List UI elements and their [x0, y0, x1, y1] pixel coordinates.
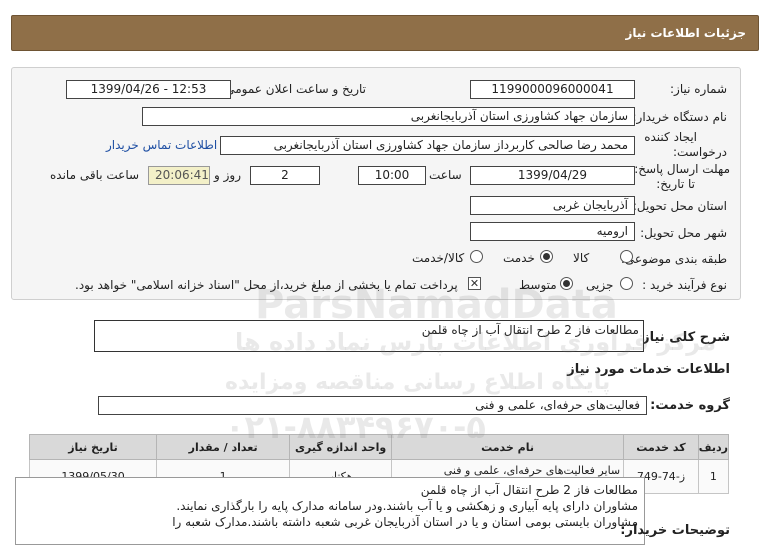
province-label: استان محل تحویل: — [632, 199, 727, 213]
need-number-label: شماره نیاز: — [670, 82, 727, 96]
deadline-date-field: 1399/04/29 — [470, 166, 635, 185]
category-option-goods-service: کالا/خدمت — [412, 251, 465, 265]
col-header-service-code: کد خدمت — [623, 434, 699, 460]
service-group-label: گروه خدمت: — [650, 398, 730, 413]
deadline-time-label: ساعت — [429, 168, 462, 182]
deadline-label-2: تا تاریخ: — [656, 177, 695, 191]
col-header-row-number: ردیف — [697, 434, 730, 460]
summary-field: مطالعات فاز 2 طرح انتقال آب از چاه قلمن — [94, 320, 644, 352]
requester-label: ایجاد کننده — [644, 130, 697, 144]
summary-label: شرح کلی نیاز: — [636, 330, 730, 345]
cell-row-number: 1 — [697, 459, 730, 494]
remaining-time-field: 20:06:41 — [148, 166, 210, 185]
buyer-description-box: مطالعات فاز 2 طرح انتقال آب از چاه قلمن … — [15, 477, 645, 545]
process-radio-medium[interactable] — [560, 277, 573, 290]
description-line: مشاوران دارای پایه آبیاری و زهکشی و یا آ… — [176, 499, 638, 513]
announce-date-label: تاریخ و ساعت اعلان عمومی: — [221, 82, 366, 96]
city-field: ارومیه — [470, 222, 635, 241]
col-header-quantity: تعداد / مقدار — [156, 434, 291, 460]
buyer-description-label: توضیحات خریدار: — [620, 523, 730, 538]
service-group-field: فعالیت‌های حرفه‌ای، علمی و فنی — [98, 396, 647, 415]
table-header-row: ردیف کد خدمت نام خدمت واحد اندازه گیری ت… — [28, 434, 730, 460]
category-radio-goods[interactable] — [620, 250, 633, 263]
need-number-field: 1199000096000041 — [470, 80, 635, 99]
city-label: شهر محل تحویل: — [640, 226, 727, 240]
process-type-label: نوع فرآیند خرید : — [642, 278, 727, 292]
col-header-need-date: تاریخ نیاز — [28, 434, 158, 460]
requester-label-2: درخواست: — [673, 145, 727, 159]
description-line: مشاوران بایستی بومی استان و یا در استان … — [172, 515, 638, 529]
province-field: آذربایجان غربی — [470, 196, 635, 215]
category-label: طبقه بندی موضوعی: — [620, 252, 727, 266]
deadline-label: مهلت ارسال پاسخ: — [634, 162, 730, 176]
days-label: روز و — [214, 168, 241, 182]
summary-text: مطالعات فاز 2 طرح انتقال آب از چاه قلمن — [421, 323, 639, 337]
days-remaining-field: 2 — [250, 166, 320, 185]
buyer-contact-link[interactable]: اطلاعات تماس خریدار — [106, 138, 217, 152]
treasury-payment-note: پرداخت تمام یا بخشی از مبلغ خرید،از محل … — [75, 278, 458, 292]
buyer-org-field: سازمان جهاد کشاورزی استان آذربایجانغربی — [142, 107, 635, 126]
services-section-title: اطلاعات خدمات مورد نیاز — [567, 362, 730, 377]
watermark-portal-text: پایگاه اطلاع رسانی مناقصه ومزایده — [225, 370, 611, 395]
process-radio-minor[interactable] — [620, 277, 633, 290]
description-line: مطالعات فاز 2 طرح انتقال آب از چاه قلمن — [420, 483, 638, 497]
remaining-time-label: ساعت باقی مانده — [50, 168, 140, 182]
announce-date-field: 1399/04/26 - 12:53 — [66, 80, 231, 99]
buyer-org-label: نام دستگاه خریدار: — [632, 110, 728, 124]
col-header-unit: واحد اندازه گیری — [289, 434, 392, 460]
treasury-payment-checkbox[interactable]: ✕ — [468, 277, 481, 290]
category-option-service: خدمت — [503, 251, 535, 265]
process-option-medium: متوسط — [519, 278, 557, 292]
process-option-minor: جزیی — [586, 278, 614, 292]
requester-field: محمد رضا صالحی کاربرداز سازمان جهاد کشاو… — [220, 136, 635, 155]
page-header: جزئیات اطلاعات نیاز — [11, 15, 759, 51]
category-radio-service[interactable] — [540, 250, 553, 263]
category-option-goods: کالا — [573, 251, 590, 265]
deadline-time-field: 10:00 — [358, 166, 426, 185]
page-title: جزئیات اطلاعات نیاز — [625, 26, 746, 40]
col-header-service-name: نام خدمت — [390, 434, 625, 460]
category-radio-goods-service[interactable] — [470, 250, 483, 263]
